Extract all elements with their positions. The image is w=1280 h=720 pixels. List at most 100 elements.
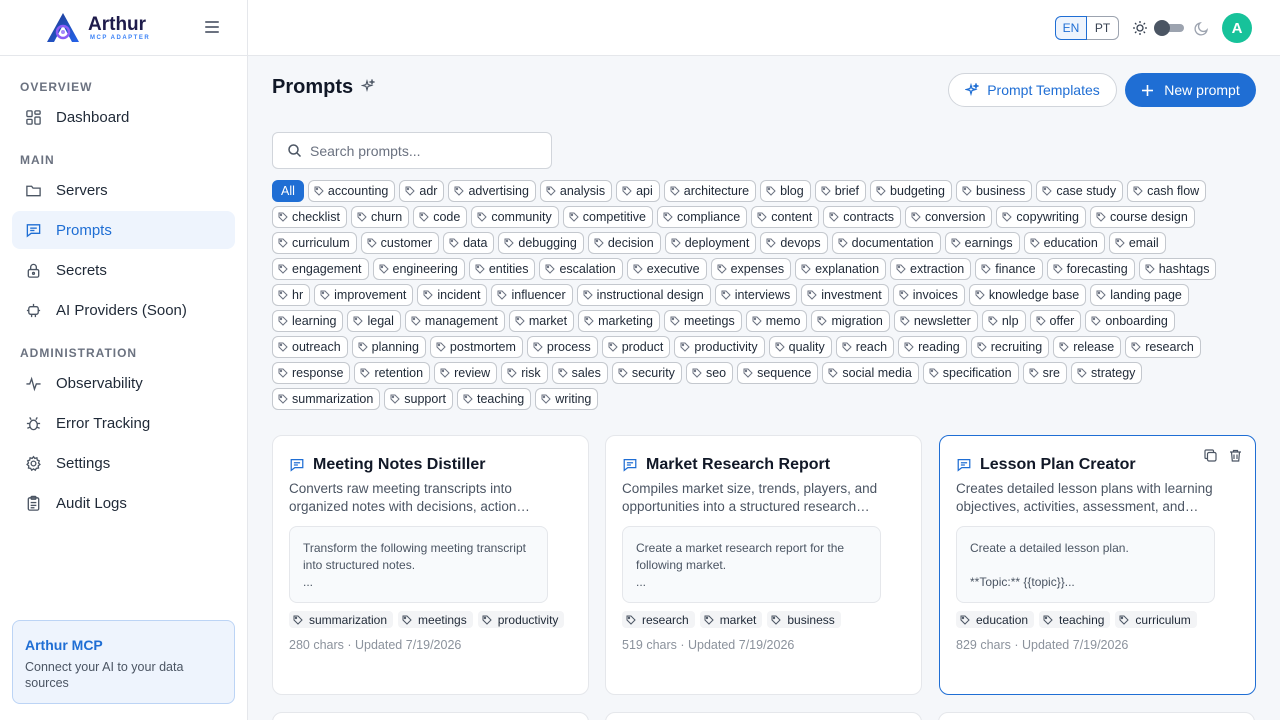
filter-tag[interactable]: adr	[399, 180, 445, 202]
sidebar-item-dashboard[interactable]: Dashboard	[12, 98, 235, 136]
filter-tag[interactable]: conversion	[904, 206, 993, 228]
filter-tag[interactable]: offer	[1029, 310, 1082, 332]
new-prompt-button[interactable]: New prompt	[1125, 73, 1256, 107]
filter-tag[interactable]: response	[272, 362, 351, 384]
filter-tag[interactable]: research	[1125, 336, 1201, 358]
filter-tag[interactable]: advertising	[448, 180, 536, 202]
filter-tag[interactable]: summarization	[272, 388, 381, 410]
sidebar-item-ai-providers[interactable]: AI Providers (Soon)	[12, 291, 235, 329]
filter-tag[interactable]: blog	[760, 180, 811, 202]
filter-tag[interactable]: sre	[1022, 362, 1067, 384]
lang-pt-button[interactable]: PT	[1087, 16, 1119, 40]
card-tag[interactable]: research	[622, 611, 695, 628]
filter-tag[interactable]: quality	[768, 336, 832, 358]
filter-tag[interactable]: management	[404, 310, 505, 332]
filter-tag[interactable]: strategy	[1070, 362, 1143, 384]
sidebar-item-secrets[interactable]: Secrets	[12, 251, 235, 289]
prompt-card[interactable]: Lesson Plan Creator Creates detailed less…	[939, 435, 1256, 695]
filter-tag[interactable]: recruiting	[970, 336, 1050, 358]
lang-en-button[interactable]: EN	[1055, 16, 1087, 40]
search-input[interactable]	[310, 142, 530, 159]
filter-tag[interactable]: influencer	[491, 284, 573, 306]
filter-tag[interactable]: invoices	[892, 284, 965, 306]
card-tag[interactable]: productivity	[477, 611, 565, 628]
filter-tag[interactable]: outreach	[272, 336, 348, 358]
filter-tag[interactable]: review	[434, 362, 498, 384]
filter-tag[interactable]: explanation	[795, 258, 887, 280]
filter-tag[interactable]: cash flow	[1127, 180, 1207, 202]
filter-tag[interactable]: memo	[745, 310, 808, 332]
filter-tag[interactable]: postmortem	[429, 336, 523, 358]
filter-tag[interactable]: learning	[272, 310, 344, 332]
filter-tag[interactable]: marketing	[578, 310, 660, 332]
theme-toggle[interactable]	[1154, 20, 1184, 36]
card-tag[interactable]: summarization	[289, 611, 394, 628]
filter-tag[interactable]: incident	[417, 284, 488, 306]
filter-tag[interactable]: content	[751, 206, 820, 228]
filter-tag[interactable]: customer	[360, 232, 440, 254]
filter-tag[interactable]: improvement	[314, 284, 414, 306]
filter-tag[interactable]: data	[443, 232, 495, 254]
filter-tag[interactable]: documentation	[831, 232, 941, 254]
filter-tag[interactable]: seo	[685, 362, 734, 384]
filter-tag[interactable]: newsletter	[893, 310, 978, 332]
filter-tag[interactable]: landing page	[1090, 284, 1189, 306]
filter-tag[interactable]: support	[384, 388, 453, 410]
filter-tag[interactable]: decision	[587, 232, 661, 254]
filter-tag[interactable]: engagement	[272, 258, 369, 280]
filter-tag[interactable]: reach	[835, 336, 895, 358]
prompt-card[interactable]: Market Research Report Compiles market si…	[605, 435, 922, 695]
filter-tag[interactable]: onboarding	[1085, 310, 1175, 332]
filter-tag[interactable]: expenses	[710, 258, 792, 280]
card-tag[interactable]: education	[956, 611, 1035, 628]
filter-tag[interactable]: finance	[975, 258, 1043, 280]
filter-tag[interactable]: risk	[501, 362, 548, 384]
filter-tag[interactable]: churn	[350, 206, 410, 228]
filter-tag[interactable]: course design	[1089, 206, 1195, 228]
filter-tag[interactable]: retention	[354, 362, 431, 384]
filter-tag[interactable]: process	[526, 336, 598, 358]
avatar[interactable]: A	[1222, 13, 1252, 43]
filter-tag[interactable]: brief	[814, 180, 867, 202]
filter-tag[interactable]: education	[1023, 232, 1105, 254]
filter-tag[interactable]: knowledge base	[968, 284, 1087, 306]
filter-tag[interactable]: meetings	[663, 310, 742, 332]
filter-tag[interactable]: social media	[822, 362, 919, 384]
filter-tag[interactable]: community	[471, 206, 559, 228]
filter-tag[interactable]: interviews	[714, 284, 798, 306]
filter-tag[interactable]: teaching	[456, 388, 532, 410]
card-tag[interactable]: curriculum	[1115, 611, 1197, 628]
filter-tag[interactable]: competitive	[562, 206, 653, 228]
filter-tag[interactable]: architecture	[663, 180, 757, 202]
card-tag[interactable]: teaching	[1039, 611, 1111, 628]
filter-tag[interactable]: security	[611, 362, 682, 384]
filter-tag[interactable]: copywriting	[996, 206, 1086, 228]
filter-tag[interactable]: contracts	[823, 206, 901, 228]
filter-tag[interactable]: api	[616, 180, 660, 202]
filter-tag[interactable]: product	[601, 336, 671, 358]
filter-tag[interactable]: investment	[801, 284, 889, 306]
filter-tag[interactable]: email	[1108, 232, 1166, 254]
card-tag[interactable]: market	[699, 611, 763, 628]
filter-tag[interactable]: curriculum	[272, 232, 357, 254]
filter-tag[interactable]: legal	[347, 310, 401, 332]
filter-tag[interactable]: executive	[626, 258, 707, 280]
card-tag[interactable]: business	[767, 611, 841, 628]
prompt-templates-button[interactable]: Prompt Templates	[948, 73, 1117, 107]
filter-tag[interactable]: planning	[351, 336, 426, 358]
filter-tag[interactable]: reading	[898, 336, 967, 358]
filter-tag[interactable]: forecasting	[1046, 258, 1135, 280]
filter-tag[interactable]: debugging	[498, 232, 584, 254]
filter-tag[interactable]: analysis	[539, 180, 613, 202]
sidebar-item-prompts[interactable]: Prompts	[12, 211, 235, 249]
filter-tag[interactable]: checklist	[272, 206, 347, 228]
sidebar-item-settings[interactable]: Settings	[12, 444, 235, 482]
filter-tag[interactable]: hr	[272, 284, 311, 306]
filter-tag[interactable]: code	[413, 206, 468, 228]
filter-tag[interactable]: market	[508, 310, 575, 332]
filter-tag[interactable]: deployment	[664, 232, 757, 254]
filter-tag[interactable]: case study	[1036, 180, 1124, 202]
sidebar-item-observability[interactable]: Observability	[12, 364, 235, 402]
trash-icon[interactable]	[1228, 448, 1243, 463]
filter-tag[interactable]: devops	[760, 232, 828, 254]
